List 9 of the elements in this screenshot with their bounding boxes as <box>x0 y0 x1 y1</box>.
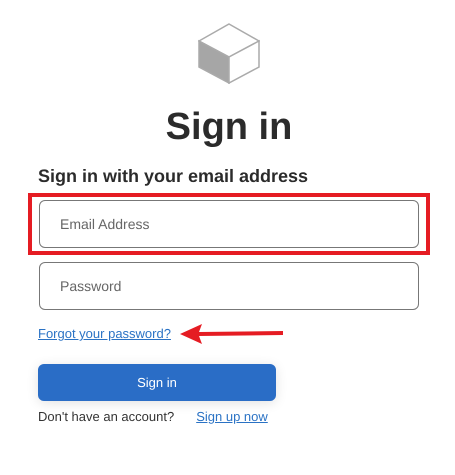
forgot-password-link[interactable]: Forgot your password? <box>38 324 171 344</box>
sign-in-button[interactable]: Sign in <box>38 364 276 401</box>
form-heading: Sign in with your email address <box>38 165 310 188</box>
sign-up-link[interactable]: Sign up now <box>196 407 268 426</box>
signup-prompt: Don't have an account? <box>38 408 174 426</box>
password-field[interactable]: Password <box>39 262 419 310</box>
email-field[interactable]: Email Address <box>39 200 419 248</box>
cube-logo-icon <box>198 23 260 84</box>
page-title: Sign in <box>164 105 294 150</box>
